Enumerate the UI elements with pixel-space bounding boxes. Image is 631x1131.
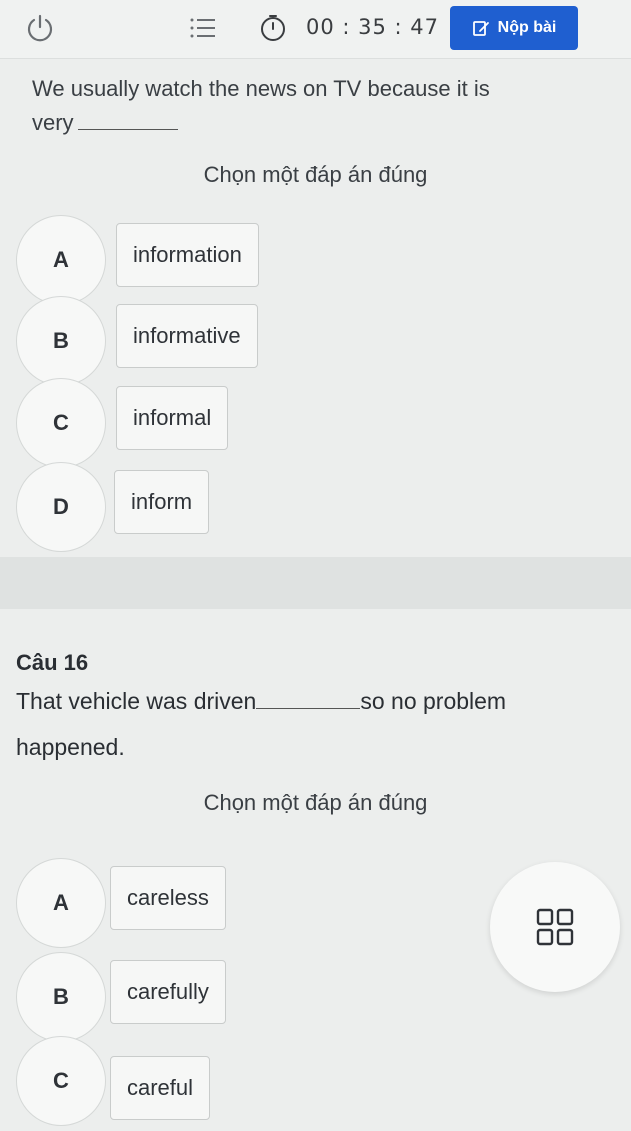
question-16-text-before: That vehicle was driven: [16, 688, 257, 714]
question-divider: [0, 557, 631, 609]
option-text[interactable]: careless: [110, 866, 226, 930]
option-letter[interactable]: A: [16, 215, 106, 305]
top-bar: 00 : 35 : 47 Nộp bài: [0, 0, 631, 59]
question-prev-text: We usually watch the news on TV because …: [32, 72, 592, 140]
power-icon[interactable]: [24, 12, 56, 44]
submit-button[interactable]: Nộp bài: [450, 6, 578, 50]
option-a[interactable]: A information: [16, 215, 616, 305]
option-text[interactable]: informal: [116, 386, 229, 450]
grid-icon: [536, 908, 574, 946]
question-grid-button[interactable]: [490, 862, 620, 992]
option-text[interactable]: information: [116, 223, 259, 287]
option-c[interactable]: C informal: [16, 378, 616, 468]
option-text[interactable]: informative: [116, 304, 258, 368]
answer-blank: [77, 111, 178, 130]
answer-blank: [256, 694, 361, 709]
option-letter[interactable]: C: [16, 378, 106, 468]
question-number: Câu 16: [16, 650, 89, 675]
question-prev-prompt: Chọn một đáp án đúng: [203, 162, 428, 187]
question-16-prompt: Chọn một đáp án đúng: [203, 790, 428, 815]
option-c[interactable]: C careful: [16, 1036, 616, 1126]
option-text[interactable]: carefully: [110, 960, 226, 1024]
question-prev-line2: very: [32, 106, 592, 140]
question-16-text: That vehicle was driven so no problem hap…: [16, 678, 606, 770]
submit-icon: [472, 21, 489, 36]
option-text[interactable]: inform: [114, 470, 210, 534]
submit-label: Nộp bài: [497, 19, 557, 36]
timer-display: 00 : 35 : 47: [306, 15, 440, 39]
option-letter[interactable]: B: [16, 952, 106, 1042]
option-b[interactable]: B informative: [16, 296, 616, 386]
option-letter[interactable]: B: [16, 296, 106, 386]
menu-icon[interactable]: [188, 15, 218, 41]
option-letter[interactable]: C: [16, 1036, 106, 1126]
option-d[interactable]: D inform: [16, 462, 616, 552]
option-text[interactable]: careful: [110, 1056, 211, 1120]
question-prev-line1: We usually watch the news on TV because …: [32, 76, 490, 101]
option-letter[interactable]: A: [16, 858, 106, 948]
option-letter[interactable]: D: [16, 462, 106, 552]
question-prev-line2-prefix: very: [32, 110, 74, 135]
timer-icon: [258, 13, 288, 43]
